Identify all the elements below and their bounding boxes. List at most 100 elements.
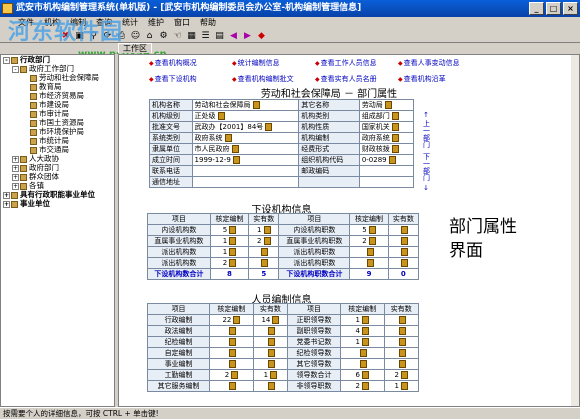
- tab-workspace[interactable]: 工作区: [118, 43, 152, 53]
- picker-icon[interactable]: [359, 360, 367, 368]
- picker-icon[interactable]: [265, 123, 273, 131]
- cell-value[interactable]: [209, 325, 254, 337]
- tree-item[interactable]: 市经济贸易局: [1, 91, 114, 100]
- cell-value[interactable]: 1: [209, 246, 250, 258]
- dept-value[interactable]: 政府系统: [358, 132, 415, 144]
- cell-value[interactable]: [209, 380, 254, 392]
- expand-icon[interactable]: +: [12, 155, 19, 163]
- tree-item[interactable]: + 人大政协: [1, 154, 114, 163]
- cell-value[interactable]: [252, 347, 289, 359]
- quick-link[interactable]: 查看下设机构: [149, 74, 230, 84]
- picker-icon[interactable]: [228, 338, 236, 346]
- picker-icon[interactable]: [400, 248, 408, 256]
- picker-icon[interactable]: [267, 349, 275, 357]
- picker-icon[interactable]: [270, 371, 278, 379]
- quick-link[interactable]: 查看机构概况: [149, 58, 230, 68]
- cell-value[interactable]: [387, 224, 420, 236]
- picker-icon[interactable]: [388, 156, 396, 164]
- tree-item[interactable]: + 事业单位: [1, 199, 114, 208]
- dept-value[interactable]: 国家机关: [358, 121, 415, 133]
- picker-icon[interactable]: [368, 226, 376, 234]
- settings-icon[interactable]: ⚙: [158, 30, 169, 41]
- tree-item[interactable]: 劳动和社会保障局: [1, 73, 114, 82]
- cell-value[interactable]: [383, 336, 420, 348]
- dept-value[interactable]: 劳动局: [358, 99, 415, 111]
- cell-value[interactable]: 1: [339, 336, 385, 348]
- picker-icon[interactable]: [263, 226, 271, 234]
- cell-value[interactable]: 5: [349, 224, 389, 236]
- cell-value[interactable]: 2: [339, 380, 385, 392]
- cell-value[interactable]: [383, 347, 420, 359]
- tree-item[interactable]: - 行政部门: [1, 55, 114, 64]
- picker-icon[interactable]: [267, 360, 275, 368]
- cell-value[interactable]: 1: [339, 314, 385, 326]
- cell-value[interactable]: [209, 347, 254, 359]
- tree-item[interactable]: + 政府部门: [1, 163, 114, 172]
- tree-item[interactable]: 市统计局: [1, 136, 114, 145]
- cell-value[interactable]: [387, 257, 420, 269]
- picker-icon[interactable]: [267, 327, 275, 335]
- close-button[interactable]: ×: [563, 2, 578, 15]
- picker-icon[interactable]: [233, 316, 241, 324]
- tree-item[interactable]: + 具有行政职能事业单位: [1, 190, 114, 199]
- help-icon[interactable]: ◆: [256, 30, 267, 41]
- expand-icon[interactable]: +: [3, 200, 10, 208]
- cell-value[interactable]: [387, 235, 420, 247]
- picker-icon[interactable]: [228, 360, 236, 368]
- picker-icon[interactable]: [401, 382, 409, 390]
- dept-value[interactable]: [191, 176, 300, 188]
- forward-icon[interactable]: ▶: [242, 30, 253, 41]
- cell-value[interactable]: 1: [248, 224, 280, 236]
- tree-item[interactable]: 市交通局: [1, 145, 114, 154]
- picker-icon[interactable]: [366, 248, 374, 256]
- cell-value[interactable]: [387, 246, 420, 258]
- picker-icon[interactable]: [229, 248, 237, 256]
- menu-item[interactable]: 统计: [122, 17, 138, 29]
- quick-link[interactable]: 统计编制信息: [232, 58, 313, 68]
- tree-item[interactable]: 市审计局: [1, 109, 114, 118]
- picker-icon[interactable]: [401, 371, 409, 379]
- cell-value[interactable]: [349, 246, 389, 258]
- dept-value[interactable]: 组成部门: [358, 110, 415, 122]
- back-icon[interactable]: ◀: [228, 30, 239, 41]
- tree-item[interactable]: 市建设局: [1, 100, 114, 109]
- picker-icon[interactable]: [391, 123, 399, 131]
- cell-value[interactable]: [383, 314, 420, 326]
- cell-value[interactable]: [252, 380, 289, 392]
- report-icon[interactable]: ▤: [214, 30, 225, 41]
- menu-item[interactable]: 窗口: [174, 17, 190, 29]
- tree-item[interactable]: 市环境保护局: [1, 127, 114, 136]
- cell-value[interactable]: 2: [209, 257, 250, 269]
- picker-icon[interactable]: [391, 134, 399, 142]
- dept-value[interactable]: [358, 176, 415, 188]
- cell-value[interactable]: [383, 358, 420, 370]
- dept-value[interactable]: 财政核拨: [358, 143, 415, 155]
- menu-item[interactable]: 维护: [148, 17, 164, 29]
- picker-icon[interactable]: [400, 259, 408, 267]
- next-dept-link[interactable]: 下一部门 ↓: [421, 153, 431, 193]
- picker-icon[interactable]: [362, 316, 369, 324]
- expand-icon[interactable]: +: [12, 182, 19, 190]
- cell-value[interactable]: [248, 246, 280, 258]
- hand-icon[interactable]: ☜: [172, 30, 183, 41]
- picker-icon[interactable]: [228, 382, 236, 390]
- picker-icon[interactable]: [232, 156, 240, 164]
- picker-icon[interactable]: [368, 237, 376, 245]
- picker-icon[interactable]: [261, 259, 269, 267]
- picker-icon[interactable]: [229, 226, 237, 234]
- picker-icon[interactable]: [384, 101, 392, 109]
- picker-icon[interactable]: [391, 112, 399, 120]
- dept-value[interactable]: 0-0289: [358, 154, 415, 166]
- quick-link[interactable]: 查看实有人员名册: [315, 74, 396, 84]
- picker-icon[interactable]: [272, 316, 280, 324]
- picker-icon[interactable]: [261, 248, 269, 256]
- cell-value[interactable]: 22: [209, 314, 254, 326]
- cell-value[interactable]: [209, 336, 254, 348]
- picker-icon[interactable]: [224, 134, 232, 142]
- cell-value[interactable]: [248, 257, 280, 269]
- dept-value[interactable]: 市人民政府: [191, 143, 300, 155]
- scrollbar[interactable]: [571, 55, 579, 406]
- expand-icon[interactable]: -: [12, 65, 19, 73]
- picker-icon[interactable]: [391, 145, 399, 153]
- cell-value[interactable]: 2: [349, 235, 389, 247]
